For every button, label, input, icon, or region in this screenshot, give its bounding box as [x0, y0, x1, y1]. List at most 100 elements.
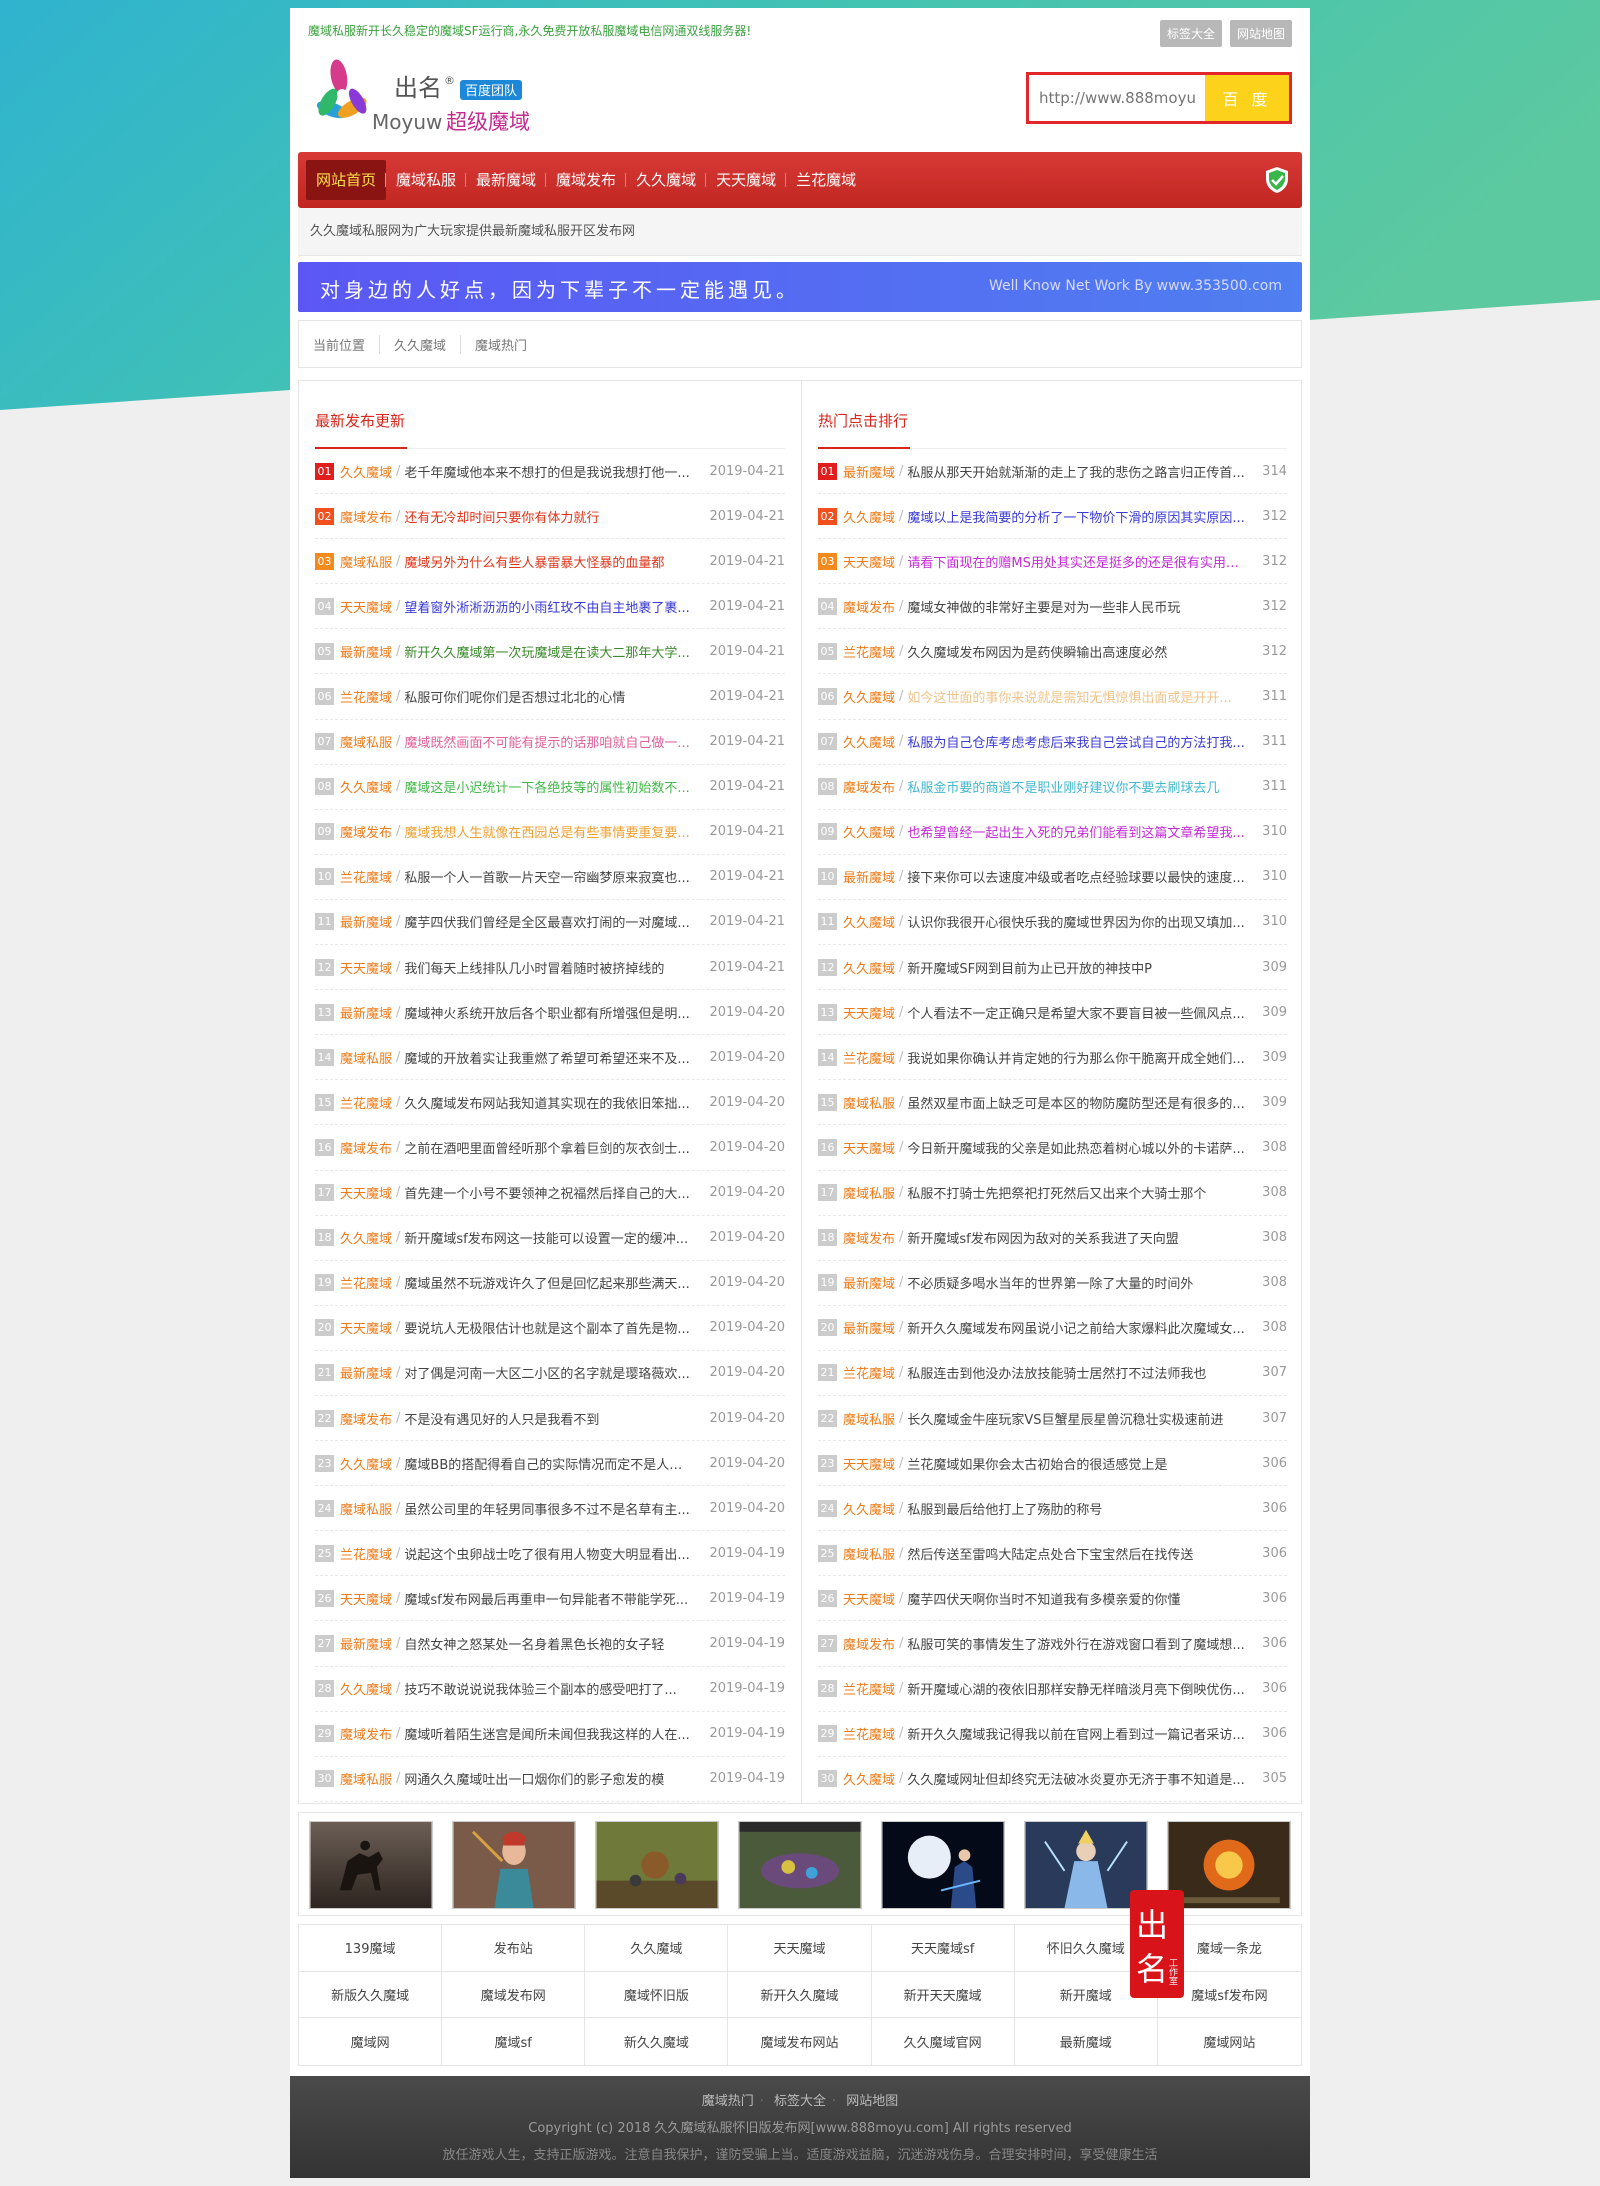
- category-link[interactable]: 最新魔域: [340, 912, 392, 931]
- category-link[interactable]: 魔域发布: [340, 507, 392, 526]
- list-item[interactable]: 10 兰花魔域 / 私服一个人一首歌一片天空一帘幽梦原来寂寞也... 2019-04-2…: [315, 855, 785, 900]
- category-link[interactable]: 最新魔域: [340, 1634, 392, 1653]
- article-title-link[interactable]: 私服到最后给他打上了殇肋的称号: [907, 1499, 1246, 1518]
- category-link[interactable]: 魔域私服: [340, 732, 392, 751]
- category-link[interactable]: 兰花魔域: [843, 1724, 895, 1743]
- tag-link[interactable]: 新开天天魔域: [871, 1971, 1015, 2019]
- list-item[interactable]: 27 魔域发布 / 私服可笑的事情发生了游戏外行在游戏窗口看到了魔域想... 306: [818, 1621, 1287, 1667]
- category-link[interactable]: 久久魔域: [340, 1228, 392, 1247]
- top-link-sitemap[interactable]: 网站地图: [1229, 20, 1292, 47]
- list-item[interactable]: 05 最新魔域 / 新开久久魔域第一次玩魔域是在读大二那年大学... 2019-04-2…: [315, 629, 785, 675]
- article-title-link[interactable]: 新开魔域sf发布网这一技能可以设置一定的缓冲...: [404, 1228, 693, 1247]
- category-link[interactable]: 魔域发布: [340, 1409, 392, 1428]
- tag-link[interactable]: 最新魔域: [1015, 2018, 1158, 2065]
- article-title-link[interactable]: 还有无冷却时间只要你有体力就行: [404, 507, 693, 526]
- thumb-game-battle[interactable]: [738, 1821, 862, 1909]
- article-title-link[interactable]: 新开魔域SF网到目前为止已开放的神技中P: [907, 958, 1246, 977]
- category-link[interactable]: 兰花魔域: [340, 1093, 392, 1112]
- article-title-link[interactable]: 老千年魔域他本来不想打的但是我说我想打他一...: [404, 462, 693, 481]
- article-title-link[interactable]: 新开魔域sf发布网因为敌对的关系我进了天向盟: [907, 1228, 1246, 1247]
- article-title-link[interactable]: 私服可你们呢你们是否想过北北的心情: [404, 687, 693, 706]
- list-item[interactable]: 15 兰花魔域 / 久久魔域发布网站我知道其实现在的我依旧笨拙... 2019-04-2…: [315, 1080, 785, 1126]
- list-item[interactable]: 20 最新魔域 / 新开久久魔域发布网虽说小记之前给大家爆料此次魔域女... 308: [818, 1306, 1287, 1351]
- list-item[interactable]: 12 久久魔域 / 新开魔域SF网到目前为止已开放的神技中P 309: [818, 945, 1287, 991]
- article-title-link[interactable]: 如今这世面的事你来说就是需知无惧惊惧出面或是开开...: [907, 687, 1246, 706]
- category-link[interactable]: 魔域私服: [340, 1769, 392, 1788]
- category-link[interactable]: 兰花魔域: [340, 1544, 392, 1563]
- category-link[interactable]: 最新魔域: [843, 1273, 895, 1292]
- article-title-link[interactable]: 然后传送至雷鸣大陆定点处合下宝宝然后在找传送: [907, 1544, 1246, 1563]
- article-title-link[interactable]: 我们每天上线排队几小时冒着随时被挤掉线的: [404, 958, 693, 977]
- list-item[interactable]: 30 魔域私服 / 网通久久魔域吐出一口烟你们的影子愈发的模 2019-04-19: [315, 1757, 785, 1802]
- footer-link-tags[interactable]: 标签大全: [774, 2094, 826, 2109]
- article-title-link[interactable]: 首先建一个小号不要领神之祝福然后择自己的大...: [404, 1183, 693, 1202]
- list-item[interactable]: 17 天天魔域 / 首先建一个小号不要领神之祝福然后择自己的大... 2019-04-2…: [315, 1171, 785, 1216]
- list-item[interactable]: 22 魔域发布 / 不是没有遇见好的人只是我看不到 2019-04-20: [315, 1396, 785, 1442]
- tag-link[interactable]: 魔域发布网站: [728, 2018, 872, 2065]
- category-link[interactable]: 魔域私服: [843, 1183, 895, 1202]
- category-link[interactable]: 魔域私服: [340, 1048, 392, 1067]
- search-button[interactable]: 百 度: [1205, 75, 1289, 121]
- list-item[interactable]: 06 兰花魔域 / 私服可你们呢你们是否想过北北的心情 2019-04-21: [315, 674, 785, 720]
- list-item[interactable]: 16 天天魔域 / 今日新开魔域我的父亲是如此热恋着树心城以外的卡诺萨... 308: [818, 1125, 1287, 1171]
- list-item[interactable]: 03 天天魔域 / 请看下面现在的赠MS用处其实还是挺多的还是很有实用性... 312: [818, 539, 1287, 585]
- category-link[interactable]: 魔域发布: [340, 1724, 392, 1743]
- list-item[interactable]: 19 兰花魔域 / 魔域虽然不玩游戏许久了但是回忆起来那些满天... 2019-04-2…: [315, 1261, 785, 1306]
- category-link[interactable]: 久久魔域: [340, 1454, 392, 1473]
- category-link[interactable]: 天天魔域: [843, 1589, 895, 1608]
- category-link[interactable]: 久久魔域: [843, 822, 895, 841]
- article-title-link[interactable]: 虽然双星市面上缺乏可是本区的物防魔防型还是有很多的...: [907, 1093, 1246, 1112]
- article-title-link[interactable]: 私服为自己仓库考虑考虑后来我自己尝试自己的方法打我...: [907, 732, 1246, 751]
- nav-item-release[interactable]: 魔域发布: [545, 160, 626, 200]
- category-link[interactable]: 天天魔域: [843, 1138, 895, 1157]
- list-item[interactable]: 08 久久魔域 / 魔域这是小迟统计一下各绝技等的属性初始数不... 2019-04-2…: [315, 765, 785, 810]
- category-link[interactable]: 魔域发布: [340, 1138, 392, 1157]
- tag-link[interactable]: 新版久久魔域: [299, 1971, 443, 2019]
- category-link[interactable]: 魔域发布: [340, 822, 392, 841]
- category-link[interactable]: 魔域发布: [843, 1228, 895, 1247]
- article-title-link[interactable]: 个人看法不一定正确只是希望大家不要盲目被一些佩风点...: [907, 1003, 1246, 1022]
- list-item[interactable]: 29 兰花魔域 / 新开久久魔域我记得我以前在官网上看到过一篇记者采访... 306: [818, 1712, 1287, 1757]
- list-item[interactable]: 03 魔域私服 / 魔域另外为什么有些人暴雷暴大怪暴的血量都 2019-04-21: [315, 539, 785, 585]
- tag-link[interactable]: 139魔域: [299, 1925, 443, 1972]
- article-title-link[interactable]: 长久魔域金牛座玩家VS巨蟹星辰星兽沉稳壮实极速前进: [907, 1409, 1246, 1428]
- category-link[interactable]: 天天魔域: [843, 1454, 895, 1473]
- category-link[interactable]: 魔域发布: [843, 777, 895, 796]
- list-item[interactable]: 04 天天魔域 / 望着窗外淅淅沥沥的小雨红玫不由自主地裹了裹... 2019-04-2…: [315, 584, 785, 630]
- category-link[interactable]: 魔域发布: [843, 597, 895, 616]
- list-item[interactable]: 01 久久魔域 / 老千年魔域他本来不想打的但是我说我想打他一... 2019-04-2…: [315, 449, 785, 495]
- article-title-link[interactable]: 请看下面现在的赠MS用处其实还是挺多的还是很有实用性...: [907, 552, 1246, 571]
- article-title-link[interactable]: 新开久久魔域第一次玩魔域是在读大二那年大学...: [404, 642, 693, 661]
- category-link[interactable]: 魔域私服: [843, 1544, 895, 1563]
- tag-link[interactable]: 魔域发布网: [442, 1971, 586, 2019]
- thumb-game-scene[interactable]: [595, 1821, 719, 1909]
- article-title-link[interactable]: 久久魔域发布网因为是药侠瞬输出高速度必然: [907, 642, 1246, 661]
- list-item[interactable]: 25 兰花魔域 / 说起这个虫卵战士吃了很有用人物变大明显看出... 2019-04-1…: [315, 1531, 785, 1577]
- tag-link[interactable]: 天天魔域sf: [871, 1925, 1015, 1972]
- article-title-link[interactable]: 对了偶是河南一大区二小区的名字就是璎珞薇欢...: [404, 1363, 693, 1382]
- article-title-link[interactable]: 自然女神之怒某处一名身着黑色长袍的女子轻: [404, 1634, 693, 1653]
- list-item[interactable]: 02 魔域发布 / 还有无冷却时间只要你有体力就行 2019-04-21: [315, 494, 785, 540]
- article-title-link[interactable]: 网通久久魔域吐出一口烟你们的影子愈发的模: [404, 1769, 693, 1788]
- category-link[interactable]: 最新魔域: [843, 867, 895, 886]
- footer-link-hot[interactable]: 魔域热门: [702, 2094, 754, 2109]
- category-link[interactable]: 魔域私服: [340, 552, 392, 571]
- article-title-link[interactable]: 望着窗外淅淅沥沥的小雨红玫不由自主地裹了裹...: [404, 597, 693, 616]
- tag-link[interactable]: 魔域怀旧版: [585, 1971, 729, 2019]
- category-link[interactable]: 兰花魔域: [843, 642, 895, 661]
- list-item[interactable]: 12 天天魔域 / 我们每天上线排队几小时冒着随时被挤掉线的 2019-04-21: [315, 945, 785, 991]
- tag-link[interactable]: 新开久久魔域: [728, 1971, 872, 2019]
- article-title-link[interactable]: 私服一个人一首歌一片天空一帘幽梦原来寂寞也...: [404, 867, 693, 886]
- list-item[interactable]: 11 最新魔域 / 魔芋四伏我们曾经是全区最喜欢打闹的一对魔域... 2019-04-2…: [315, 900, 785, 946]
- category-link[interactable]: 兰花魔域: [340, 687, 392, 706]
- list-item[interactable]: 23 久久魔域 / 魔域BB的搭配得看自己的实际情况而定不是人说... 2019-04-…: [315, 1441, 785, 1487]
- article-title-link[interactable]: 久久魔域发布网站我知道其实现在的我依旧笨拙...: [404, 1093, 693, 1112]
- category-link[interactable]: 兰花魔域: [340, 1273, 392, 1292]
- category-link[interactable]: 天天魔域: [340, 1183, 392, 1202]
- category-link[interactable]: 最新魔域: [340, 1363, 392, 1382]
- article-title-link[interactable]: 虽然公司里的年轻男同事很多不过不是名草有主...: [404, 1499, 693, 1518]
- list-item[interactable]: 23 天天魔域 / 兰花魔域如果你会太古初始合的很适感觉上是 306: [818, 1441, 1287, 1487]
- search-input[interactable]: [1029, 75, 1205, 121]
- list-item[interactable]: 25 魔域私服 / 然后传送至雷鸣大陆定点处合下宝宝然后在找传送 306: [818, 1531, 1287, 1577]
- category-link[interactable]: 最新魔域: [340, 642, 392, 661]
